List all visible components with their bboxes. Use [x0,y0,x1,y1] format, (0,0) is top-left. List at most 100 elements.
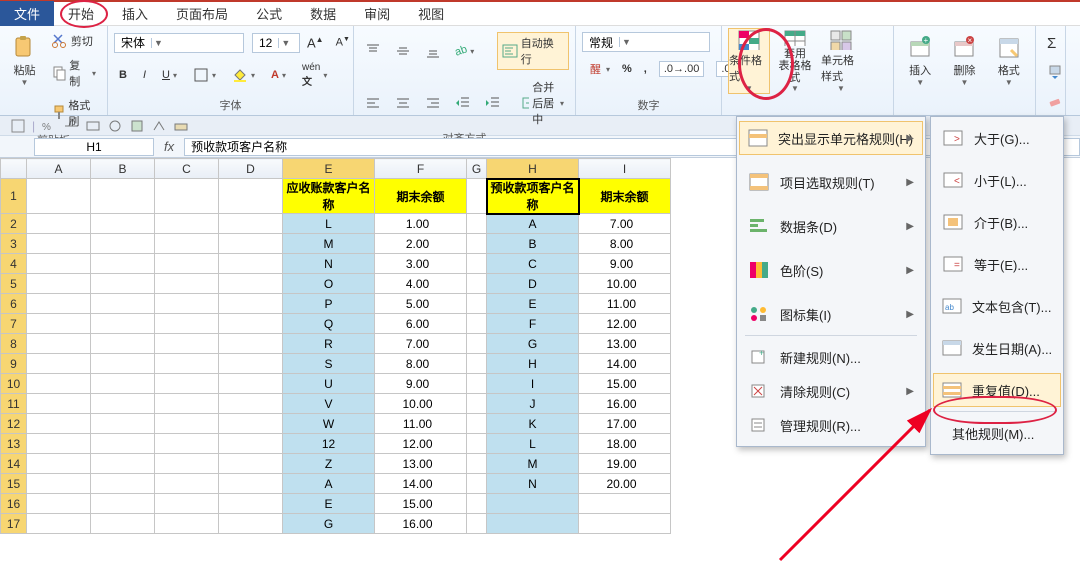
cell[interactable] [27,234,91,254]
merge-center-button[interactable]: 合并后居中 ▾ [517,76,569,130]
menu-highlight-rules[interactable]: 突出显示单元格规则(H)▶ [739,121,923,155]
cell[interactable] [219,434,283,454]
cell[interactable]: W [283,414,375,434]
cell[interactable] [467,474,487,494]
border-button[interactable]: ▾ [188,64,221,86]
cell[interactable]: N [283,254,375,274]
name-box[interactable] [34,138,154,156]
cell[interactable]: 8.00 [375,354,467,374]
cell[interactable] [579,494,671,514]
row-header[interactable]: 9 [1,354,27,374]
table-format-button[interactable]: 套用 表格格式 ▼ [774,28,816,94]
wrap-text-button[interactable]: 自动换行 [497,32,569,70]
cell[interactable] [467,334,487,354]
fill-color-button[interactable]: ▾ [227,64,260,86]
cell[interactable]: B [487,234,579,254]
comma-button[interactable]: , [639,60,652,78]
tab-data[interactable]: 数据 [296,1,350,26]
cell[interactable] [487,494,579,514]
cut-button[interactable]: 剪切 [47,30,101,52]
cell[interactable] [467,454,487,474]
cell[interactable]: 期末余额 [579,179,671,214]
cell[interactable] [27,214,91,234]
cell[interactable] [467,414,487,434]
cell[interactable]: 10.00 [579,274,671,294]
cell[interactable] [467,514,487,534]
orientation-button[interactable]: ab▾ [450,42,479,60]
cell[interactable]: 4.00 [375,274,467,294]
cell[interactable] [27,374,91,394]
cell[interactable] [155,374,219,394]
cell[interactable] [27,474,91,494]
cell[interactable] [27,394,91,414]
cell[interactable] [155,214,219,234]
row-header[interactable]: 1 [1,179,27,214]
align-right-button[interactable] [420,92,446,114]
cell[interactable] [27,179,91,214]
cell[interactable]: 9.00 [375,374,467,394]
cell[interactable]: E [283,494,375,514]
menu-manage-rules[interactable]: 管理规则(R)... [739,408,923,442]
qat-icon-7[interactable] [151,118,167,134]
cell[interactable] [579,514,671,534]
underline-button[interactable]: U ▾ [157,66,182,84]
cell[interactable] [219,414,283,434]
cell[interactable]: L [487,434,579,454]
cell[interactable]: I [487,374,579,394]
cell[interactable] [219,179,283,214]
cell[interactable] [91,234,155,254]
cell[interactable]: 5.00 [375,294,467,314]
cell[interactable] [91,514,155,534]
cell[interactable] [155,514,219,534]
row-header[interactable]: 15 [1,474,27,494]
cell[interactable]: 16.00 [375,514,467,534]
cell[interactable]: O [283,274,375,294]
cell[interactable] [91,334,155,354]
accounting-format-button[interactable]: 醒▾ [582,58,615,80]
cell[interactable] [467,434,487,454]
menu-date-occurring[interactable]: 发生日期(A)... [933,331,1061,365]
cell[interactable] [155,394,219,414]
tab-formula[interactable]: 公式 [242,1,296,26]
cell[interactable] [27,294,91,314]
cell[interactable] [219,514,283,534]
cell[interactable] [467,314,487,334]
delete-cells-button[interactable]: × 删除▼ [944,28,984,94]
row-header[interactable]: 2 [1,214,27,234]
insert-cells-button[interactable]: + 插入▼ [900,28,940,94]
cell[interactable] [27,254,91,274]
menu-new-rule[interactable]: + 新建规则(N)... [739,340,923,374]
col-header[interactable]: C [155,159,219,179]
cell[interactable]: 14.00 [375,474,467,494]
cell[interactable] [155,474,219,494]
cell[interactable]: 16.00 [579,394,671,414]
cell[interactable]: 15.00 [375,494,467,514]
italic-button[interactable]: I [138,66,151,84]
cell[interactable]: K [487,414,579,434]
cell[interactable] [467,494,487,514]
cell[interactable]: 11.00 [375,414,467,434]
cell[interactable] [27,334,91,354]
cell[interactable] [91,494,155,514]
fill-button[interactable] [1042,61,1068,83]
cell[interactable]: 15.00 [579,374,671,394]
cell[interactable]: H [487,354,579,374]
cell[interactable]: 13.00 [579,334,671,354]
cell[interactable] [91,214,155,234]
cell[interactable] [155,334,219,354]
cell[interactable]: 6.00 [375,314,467,334]
col-header[interactable]: F [375,159,467,179]
cell[interactable] [155,274,219,294]
cell[interactable]: M [487,454,579,474]
cell[interactable] [155,179,219,214]
row-header[interactable]: 12 [1,414,27,434]
col-header[interactable]: E [283,159,375,179]
cell[interactable]: G [487,334,579,354]
menu-greater-than[interactable]: > 大于(G)... [933,121,1061,155]
cell[interactable] [219,254,283,274]
menu-between[interactable]: 介于(B)... [933,205,1061,239]
cell[interactable]: A [283,474,375,494]
cell[interactable] [27,494,91,514]
menu-clear-rules[interactable]: 清除规则(C)▶ [739,374,923,408]
increase-font-button[interactable]: A▲ [302,32,329,53]
